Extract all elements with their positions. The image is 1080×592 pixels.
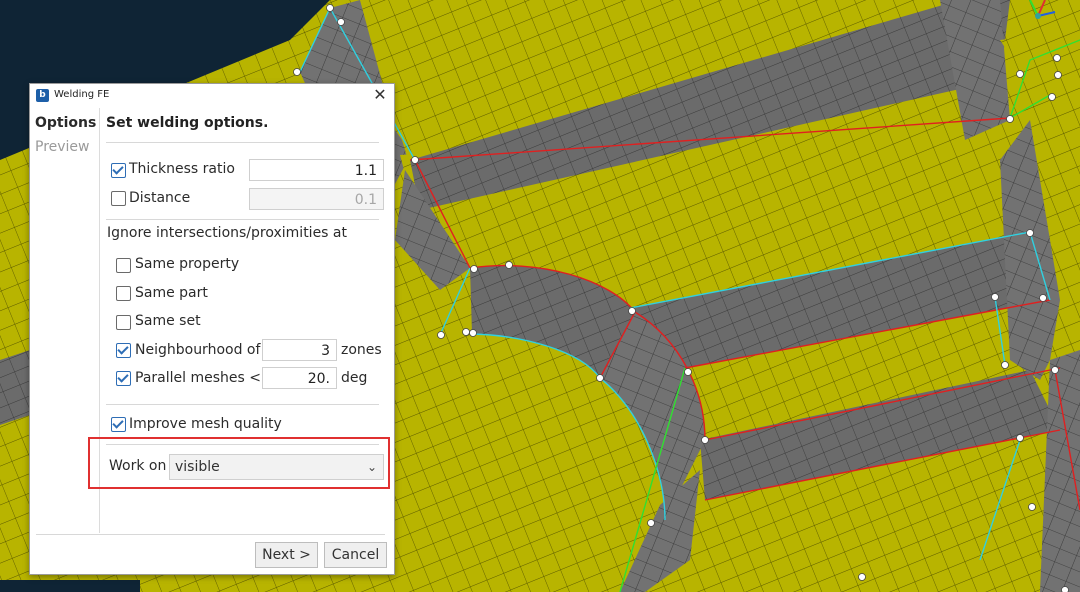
nav-preview[interactable]: Preview [35, 139, 90, 155]
distance-input[interactable]: 0.1 [249, 188, 384, 210]
same-property-label: Same property [135, 256, 240, 272]
divider [106, 219, 379, 220]
work-on-select[interactable]: visible ⌄ [169, 454, 384, 480]
app-icon: b [36, 89, 49, 102]
parallel-meshes-label: Parallel meshes < [135, 370, 261, 386]
next-button[interactable]: Next > [255, 542, 318, 568]
work-on-label: Work on [109, 458, 167, 474]
ignore-heading: Ignore intersections/proximities at [107, 225, 347, 241]
page-title: Set welding options. [106, 115, 269, 131]
same-part-checkbox[interactable] [116, 286, 131, 301]
neighbourhood-input[interactable]: 3 [262, 339, 337, 361]
parallel-meshes-checkbox[interactable] [116, 371, 131, 386]
same-part-label: Same part [135, 285, 208, 301]
thickness-ratio-label: Thickness ratio [129, 161, 235, 177]
dialog-title: Welding FE [54, 89, 110, 100]
same-set-label: Same set [135, 313, 201, 329]
divider [106, 142, 379, 143]
neighbourhood-checkbox[interactable] [116, 343, 131, 358]
thickness-ratio-checkbox[interactable] [111, 163, 126, 178]
thickness-ratio-input[interactable]: 1.1 [249, 159, 384, 181]
work-on-value: visible [175, 459, 220, 475]
dialog-titlebar[interactable]: b Welding FE ✕ [30, 84, 394, 108]
chevron-down-icon: ⌄ [366, 460, 377, 474]
divider [106, 404, 379, 405]
nav-options[interactable]: Options [35, 115, 96, 131]
distance-checkbox[interactable] [111, 191, 126, 206]
parallel-meshes-unit: deg [341, 370, 368, 386]
neighbourhood-label: Neighbourhood of [135, 342, 261, 358]
cancel-button[interactable]: Cancel [324, 542, 387, 568]
improve-mesh-label: Improve mesh quality [129, 416, 282, 432]
divider [36, 534, 385, 535]
close-icon[interactable]: ✕ [370, 85, 390, 105]
neighbourhood-unit: zones [341, 342, 382, 358]
same-set-checkbox[interactable] [116, 315, 131, 330]
improve-mesh-checkbox[interactable] [111, 417, 126, 432]
welding-fe-dialog: b Welding FE ✕ Options Preview Set weldi… [29, 83, 395, 575]
distance-label: Distance [129, 190, 191, 206]
same-property-checkbox[interactable] [116, 258, 131, 273]
parallel-meshes-input[interactable]: 20. [262, 367, 337, 389]
